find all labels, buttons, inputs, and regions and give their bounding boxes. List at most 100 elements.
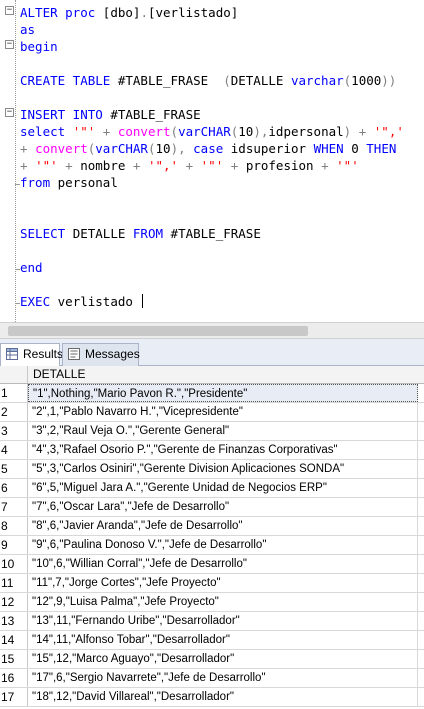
table-cell[interactable]: "13",11,"Fernando Uribe","Desarrollador" xyxy=(28,612,418,630)
row-number[interactable]: 7 xyxy=(0,498,28,516)
row-number[interactable]: 10 xyxy=(0,555,28,573)
scrollbar-thumb[interactable] xyxy=(8,326,308,336)
code-token: ) + xyxy=(343,124,374,139)
table-row[interactable]: 12 "12",9,"Luisa Palma","Jefe Proyecto" xyxy=(0,593,424,612)
row-number[interactable]: 9 xyxy=(0,536,28,554)
code-line[interactable] xyxy=(20,191,404,208)
table-row[interactable]: 11 "11",7,"Jorge Cortes","Jefe Proyecto" xyxy=(0,574,424,593)
code-token: convert xyxy=(35,141,88,156)
table-cell[interactable]: "2",1,"Pablo Navarro H.","Vicepresidente… xyxy=(28,403,418,421)
code-token: EXEC xyxy=(20,294,58,309)
tab-messages[interactable]: Messages xyxy=(62,343,140,366)
code-token: varCHAR xyxy=(95,141,148,156)
row-number[interactable]: 14 xyxy=(0,631,28,649)
code-line[interactable] xyxy=(20,89,404,106)
table-cell[interactable]: "3",2,"Raul Veja O.","Gerente General" xyxy=(28,422,418,440)
row-number[interactable]: 12 xyxy=(0,593,28,611)
code-token: CREATE TABLE xyxy=(20,73,118,88)
code-token: THEN xyxy=(366,141,397,156)
results-grid[interactable]: DETALLE 1 "1",Nothing,"Mario Pavon R.","P… xyxy=(0,366,424,709)
collapse-toggle-begin[interactable]: − xyxy=(5,40,14,49)
table-cell[interactable]: "12",9,"Luisa Palma","Jefe Proyecto" xyxy=(28,593,418,611)
table-row[interactable]: 5 "5",3,"Carlos Osiniri","Gerente Divisio… xyxy=(0,460,424,479)
table-row[interactable]: 10 "10",6,"Willian Corral","Jefe de Desar… xyxy=(0,555,424,574)
code-line[interactable] xyxy=(20,55,404,72)
row-number[interactable]: 4 xyxy=(0,441,28,459)
table-cell[interactable]: "4",3,"Rafael Osorio P.","Gerente de Fin… xyxy=(28,441,418,459)
code-token: SELECT xyxy=(20,226,73,241)
code-token: 1000 xyxy=(351,73,382,88)
code-line[interactable]: SELECT DETALLE FROM #TABLE_FRASE xyxy=(20,225,404,242)
table-cell[interactable]: "8",6,"Javier Aranda","Jefe de Desarroll… xyxy=(28,517,418,535)
table-row[interactable]: 15 "15",12,"Marco Aguayo","Desarrollador" xyxy=(0,650,424,669)
code-line[interactable]: + convert(varCHAR(10), case idsuperior W… xyxy=(20,140,404,157)
code-line[interactable] xyxy=(20,242,404,259)
table-cell[interactable]: "14",11,"Alfonso Tobar","Desarrollador" xyxy=(28,631,418,649)
table-row[interactable]: 16 "17",6,"Sergio Navarrete","Jefe de Des… xyxy=(0,669,424,688)
table-cell[interactable]: "17",6,"Sergio Navarrete","Jefe de Desar… xyxy=(28,669,418,687)
row-number[interactable]: 5 xyxy=(0,460,28,478)
code-token: 10 xyxy=(238,124,254,139)
code-token: '"' xyxy=(35,158,58,173)
code-line[interactable]: end xyxy=(20,259,404,276)
sql-editor[interactable]: − − − ALTER proc [dbo].[verlistado] as beg… xyxy=(0,0,424,322)
table-row[interactable]: 8 "8",6,"Javier Aranda","Jefe de Desarrol… xyxy=(0,517,424,536)
table-row[interactable]: 9 "9",6,"Paulina Donoso V.","Jefe de Desa… xyxy=(0,536,424,555)
code-line[interactable]: as xyxy=(20,21,404,38)
code-token: ), xyxy=(170,141,194,156)
row-number[interactable]: 2 xyxy=(0,403,28,421)
table-cell[interactable]: "11",7,"Jorge Cortes","Jefe Proyecto" xyxy=(28,574,418,592)
code-line[interactable]: EXEC verlistado xyxy=(20,293,404,310)
table-row[interactable]: 7 "7",6,"Oscar Lara","Jefe de Desarrollo" xyxy=(0,498,424,517)
table-cell[interactable]: "18",12,"David Villareal","Desarrollador… xyxy=(28,688,418,706)
row-number[interactable]: 1 xyxy=(0,384,28,402)
row-number[interactable]: 16 xyxy=(0,669,28,687)
row-number[interactable]: 11 xyxy=(0,574,28,592)
code-token: profesion xyxy=(245,158,322,173)
code-token: + xyxy=(20,158,36,173)
table-cell[interactable]: "5",3,"Carlos Osiniri","Gerente Division… xyxy=(28,460,418,478)
code-text[interactable]: ALTER proc [dbo].[verlistado] as begin CREA… xyxy=(20,4,404,310)
collapse-toggle-insert[interactable]: − xyxy=(5,108,14,117)
row-number-header[interactable] xyxy=(0,366,28,383)
code-token: ), xyxy=(253,124,269,139)
table-row[interactable]: 2 "2",1,"Pablo Navarro H.","Vicepresident… xyxy=(0,403,424,422)
table-cell[interactable]: "7",6,"Oscar Lara","Jefe de Desarrollo" xyxy=(28,498,418,516)
code-line[interactable] xyxy=(20,276,404,293)
code-line[interactable]: INSERT INTO #TABLE_FRASE xyxy=(20,106,404,123)
editor-horizontal-scrollbar[interactable] xyxy=(0,322,424,339)
column-header-detalle[interactable]: DETALLE xyxy=(33,366,85,383)
table-row[interactable]: 17 "18",12,"David Villareal","Desarrollad… xyxy=(0,688,424,707)
code-token: + xyxy=(132,158,148,173)
code-line[interactable]: ALTER proc [dbo].[verlistado] xyxy=(20,4,404,21)
code-token: [verlistado] xyxy=(147,5,239,20)
row-number[interactable]: 8 xyxy=(0,517,28,535)
code-line[interactable] xyxy=(20,208,404,225)
table-row[interactable]: 3 "3",2,"Raul Veja O.","Gerente General" xyxy=(0,422,424,441)
table-cell[interactable]: "6",5,"Miguel Jara A.","Gerente Unidad d… xyxy=(28,479,418,497)
row-number[interactable]: 15 xyxy=(0,650,28,668)
table-row[interactable]: 4 "4",3,"Rafael Osorio P.","Gerente de Fi… xyxy=(0,441,424,460)
row-number[interactable]: 6 xyxy=(0,479,28,497)
table-row[interactable]: 1 "1",Nothing,"Mario Pavon R.","President… xyxy=(0,384,424,403)
results-tab-bar: Results Messages xyxy=(0,339,424,366)
table-cell[interactable]: "1",Nothing,"Mario Pavon R.","Presidente… xyxy=(28,384,418,402)
code-token: '",' xyxy=(147,158,179,173)
row-number[interactable]: 13 xyxy=(0,612,28,630)
row-number[interactable]: 3 xyxy=(0,422,28,440)
row-number[interactable]: 17 xyxy=(0,688,28,706)
code-line[interactable]: from personal xyxy=(20,174,404,191)
table-row[interactable]: 13 "13",11,"Fernando Uribe","Desarrollado… xyxy=(0,612,424,631)
code-line[interactable]: select '"' + convert(varCHAR(10),idperso… xyxy=(20,123,404,140)
table-cell[interactable]: "10",6,"Willian Corral","Jefe de Desarro… xyxy=(28,555,418,573)
tab-results[interactable]: Results xyxy=(0,343,63,366)
collapse-toggle-alter[interactable]: − xyxy=(5,6,14,15)
table-row[interactable]: 6 "6",5,"Miguel Jara A.","Gerente Unidad … xyxy=(0,479,424,498)
code-line[interactable]: + '"' + nombre + '",' + '"' + profesion … xyxy=(20,157,404,174)
code-line[interactable]: begin xyxy=(20,38,404,55)
code-token: from xyxy=(20,175,58,190)
code-line[interactable]: CREATE TABLE #TABLE_FRASE (DETALLE varch… xyxy=(20,72,404,89)
table-cell[interactable]: "9",6,"Paulina Donoso V.","Jefe de Desar… xyxy=(28,536,418,554)
table-cell[interactable]: "15",12,"Marco Aguayo","Desarrollador" xyxy=(28,650,418,668)
table-row[interactable]: 14 "14",11,"Alfonso Tobar","Desarrollador… xyxy=(0,631,424,650)
